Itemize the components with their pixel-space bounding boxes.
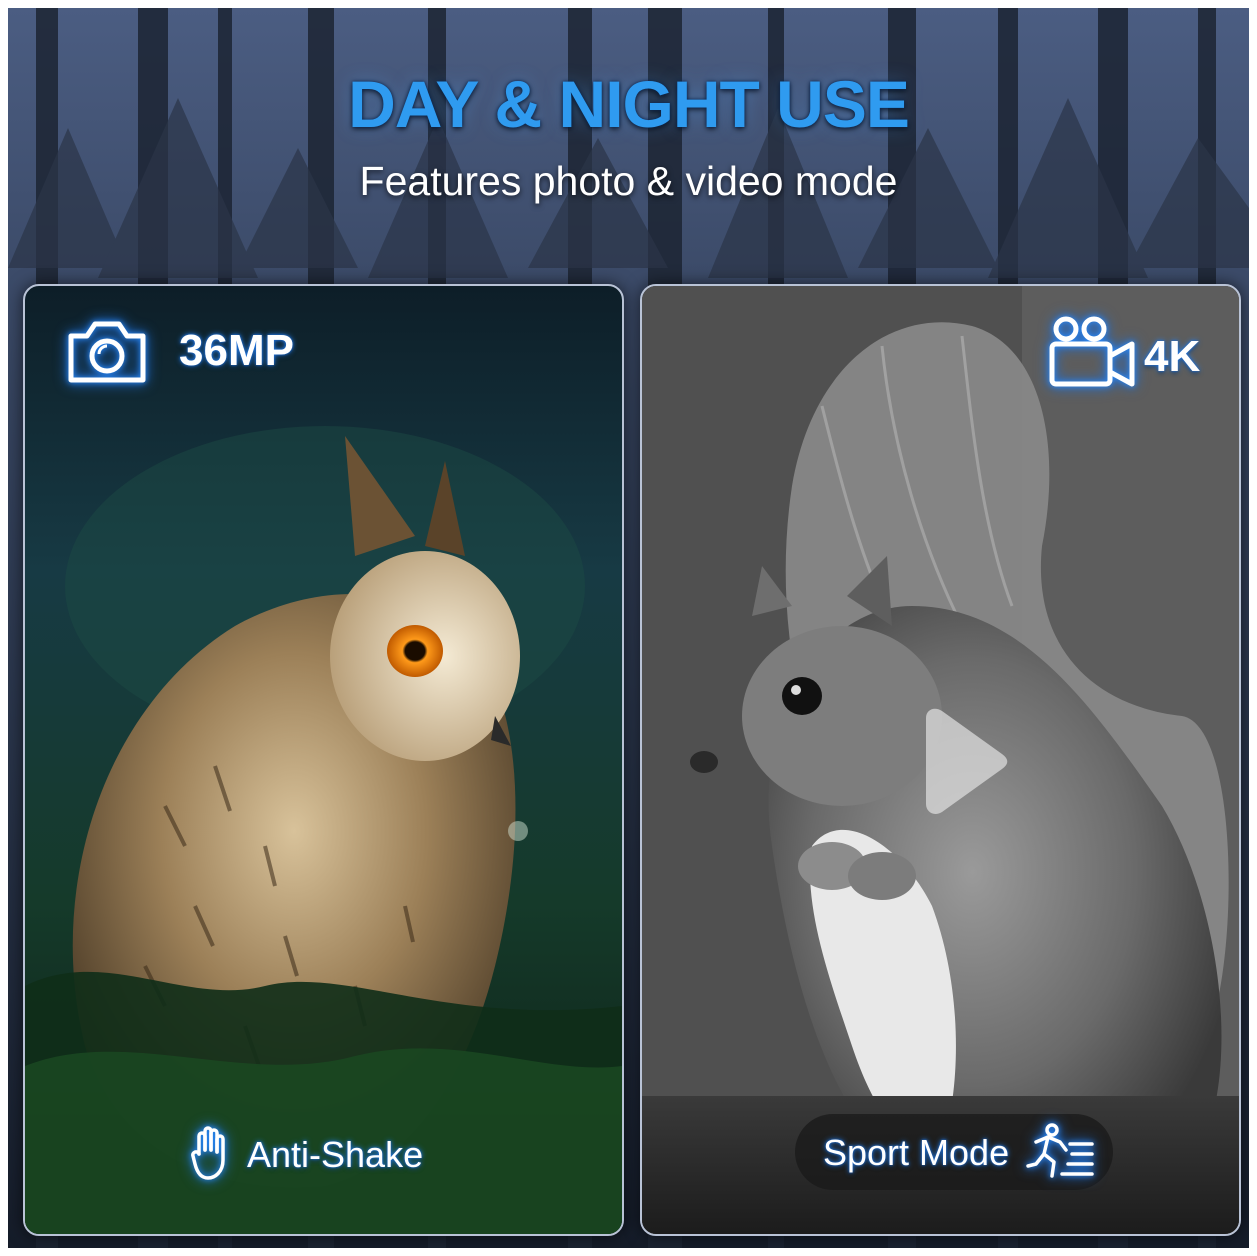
anti-shake-label: Anti-Shake	[247, 1134, 424, 1175]
hand-icon	[191, 1124, 231, 1185]
owl-photo	[25, 426, 622, 1234]
page-subtitle: Features photo & video mode	[359, 158, 898, 204]
camera-icon	[65, 316, 149, 391]
sport-mode-label: Sport Mode	[823, 1132, 1010, 1173]
video-resolution-label: 4K	[1144, 332, 1201, 381]
photo-resolution-label: 36MP	[179, 326, 294, 375]
video-camera-icon	[1046, 314, 1138, 395]
page-title: DAY & NIGHT USE	[348, 67, 910, 141]
video-mode-panel: 4K Sport Mode	[640, 284, 1241, 1236]
running-person-icon	[1026, 1122, 1094, 1185]
photo-mode-panel: 36MP Anti-Shake	[23, 284, 624, 1236]
play-icon[interactable]	[912, 706, 1012, 821]
promo-banner: DAY & NIGHT USE Features photo & video m…	[8, 8, 1249, 1248]
